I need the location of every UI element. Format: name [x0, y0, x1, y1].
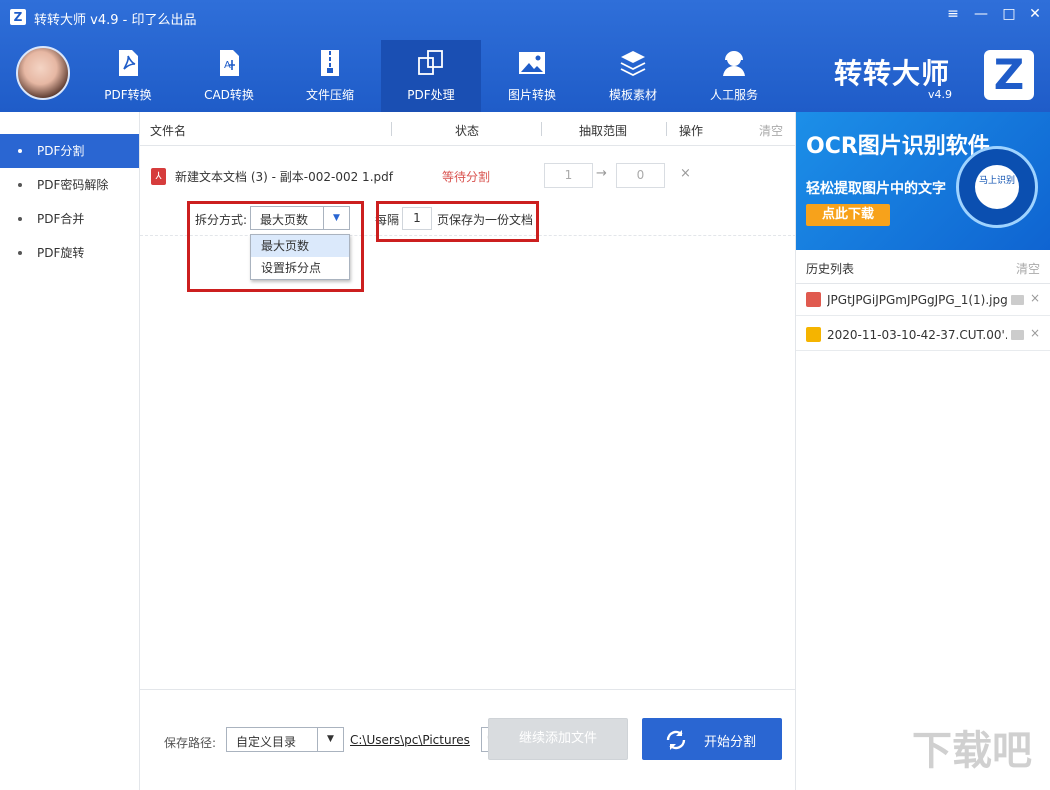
save-path-link[interactable]: C:\Users\pc\Pictures	[350, 733, 470, 747]
nav-support[interactable]: 人工服务	[684, 40, 784, 112]
save-path-mode: 自定义目录	[236, 735, 297, 749]
pdf-process-icon	[418, 50, 443, 75]
sidebar-item-pdf-unlock[interactable]: PDF密码解除	[0, 168, 139, 202]
window-title: 转转大师 v4.9 - 印了么出品	[34, 13, 197, 28]
menu-button[interactable]: ≡	[940, 3, 966, 25]
add-files-button[interactable]: 继续添加文件	[488, 718, 628, 760]
nav-label: 图片转换	[507, 88, 556, 102]
brand-version: v4.9	[927, 88, 952, 101]
column-divider	[391, 122, 392, 136]
status-text: 等待分割	[442, 170, 491, 184]
file-name: 新建文本文档 (3) - 副本-002-002 1.pdf	[175, 170, 393, 184]
bullet-icon	[18, 149, 22, 153]
list-item[interactable]: 2020-11-03-10-42-37.CUT.00'... ×	[796, 319, 1050, 351]
brand-name: 转转大师	[833, 57, 950, 90]
cad-icon: A	[220, 50, 239, 76]
top-bar: Z 转转大师 v4.9 - 印了么出品 ≡ — □ ✕ PDF转换 A CAD转…	[0, 0, 1050, 112]
close-button[interactable]: ✕	[1022, 3, 1048, 25]
history-clear-link[interactable]: 清空	[1016, 260, 1040, 277]
nav-label: 文件压缩	[305, 88, 354, 102]
column-divider	[541, 122, 542, 136]
arrow-right-icon: →	[596, 166, 607, 181]
sidebar-item-pdf-split[interactable]: PDF分割	[0, 134, 139, 168]
avatar[interactable]	[16, 46, 70, 100]
sidebar-item-label: PDF分割	[37, 144, 85, 158]
range-to-input[interactable]: 0	[616, 163, 665, 188]
sidebar: PDF分割 PDF密码解除 PDF合并 PDF旋转	[0, 112, 140, 790]
right-panel: OCR图片识别软件 轻松提取图片中的文字 点此下载 马上识别 历史列表 清空 J…	[796, 112, 1050, 790]
brand-logo: 转转大师 v4.9 Z	[814, 48, 1034, 104]
nav-pdf-process[interactable]: PDF处理	[381, 40, 481, 112]
brand-z-icon: Z	[984, 50, 1034, 100]
sidebar-item-label: PDF合并	[37, 212, 85, 226]
download-button[interactable]: 点此下载	[806, 204, 890, 226]
chevron-down-icon[interactable]: ▼	[317, 728, 343, 751]
ocr-ad-banner[interactable]: OCR图片识别软件 轻松提取图片中的文字 点此下载 马上识别	[796, 112, 1050, 250]
list-item[interactable]: JPGtJPGiJPGmJPGgJPG_1(1).jpg ×	[796, 284, 1050, 316]
folder-icon[interactable]	[1011, 330, 1024, 340]
start-split-button[interactable]: 开始分割	[642, 718, 782, 760]
nav-pdf-convert[interactable]: PDF转换	[78, 40, 178, 112]
column-divider	[666, 122, 667, 136]
nav-cad-convert[interactable]: A CAD转换	[179, 40, 279, 112]
banner-subtitle: 轻松提取图片中的文字	[806, 181, 946, 197]
pdf-file-icon: ⅄	[151, 168, 166, 185]
history-file-name: JPGtJPGiJPGmJPGgJPG_1(1).jpg	[827, 293, 1007, 307]
refresh-icon	[666, 730, 686, 750]
app-logo-icon: Z	[10, 9, 26, 25]
maximize-button[interactable]: □	[996, 3, 1022, 25]
bullet-icon	[18, 217, 22, 221]
image-file-icon	[806, 292, 821, 307]
image-icon	[519, 52, 545, 74]
column-filename: 文件名	[150, 124, 187, 138]
video-file-icon	[806, 327, 821, 342]
file-panel: 文件名 状态 抽取范围 操作 清空 ⅄ 新建文本文档 (3) - 副本-002-…	[140, 112, 796, 790]
scan-icon: 马上识别	[956, 146, 1038, 228]
clear-all-link[interactable]: 清空	[759, 122, 783, 139]
support-icon	[723, 51, 745, 76]
nav-label: PDF处理	[407, 88, 455, 102]
highlight-box	[187, 201, 364, 292]
save-path-label: 保存路径:	[164, 736, 217, 750]
nav-label: 人工服务	[709, 88, 758, 102]
sidebar-item-label: PDF密码解除	[37, 178, 109, 192]
watermark: 下载吧	[912, 728, 1032, 774]
sidebar-item-label: PDF旋转	[37, 246, 85, 260]
pdf-icon	[119, 50, 138, 76]
scan-label: 马上识别	[975, 165, 1019, 209]
nav-label: CAD转换	[204, 88, 254, 102]
bullet-icon	[18, 183, 22, 187]
nav-compress[interactable]: 文件压缩	[280, 40, 380, 112]
footer-bar: 保存路径: 自定义目录 ▼ C:\Users\pc\Pictures ··· 继…	[140, 689, 796, 790]
layers-icon	[620, 51, 646, 77]
nav-label: 模板素材	[608, 88, 657, 102]
table-row: ⅄ 新建文本文档 (3) - 副本-002-002 1.pdf 等待分割 1 →…	[140, 146, 796, 202]
bullet-icon	[18, 251, 22, 255]
nav-image-convert[interactable]: 图片转换	[482, 40, 582, 112]
banner-title: OCR图片识别软件	[806, 134, 990, 159]
table-header: 文件名 状态 抽取范围 操作 清空	[140, 112, 796, 146]
sidebar-item-pdf-rotate[interactable]: PDF旋转	[0, 236, 139, 270]
column-status: 状态	[455, 124, 480, 138]
history-title: 历史列表	[806, 262, 855, 276]
start-split-label: 开始分割	[704, 735, 757, 750]
range-from-input[interactable]: 1	[544, 163, 593, 188]
sidebar-item-pdf-merge[interactable]: PDF合并	[0, 202, 139, 236]
history-header: 历史列表 清空	[796, 250, 1050, 284]
column-action: 操作	[679, 124, 704, 138]
history-file-name: 2020-11-03-10-42-37.CUT.00'...	[827, 328, 1007, 342]
nav-label: PDF转换	[104, 88, 152, 102]
zip-icon	[321, 50, 339, 76]
close-icon[interactable]: ×	[1030, 291, 1040, 305]
folder-icon[interactable]	[1011, 295, 1024, 305]
highlight-box	[376, 201, 539, 242]
nav-templates[interactable]: 模板素材	[583, 40, 683, 112]
delete-file-button[interactable]: ×	[680, 166, 691, 181]
save-path-select[interactable]: 自定义目录 ▼	[226, 727, 344, 752]
column-range: 抽取范围	[579, 124, 628, 138]
close-icon[interactable]: ×	[1030, 326, 1040, 340]
minimize-button[interactable]: —	[968, 3, 994, 25]
